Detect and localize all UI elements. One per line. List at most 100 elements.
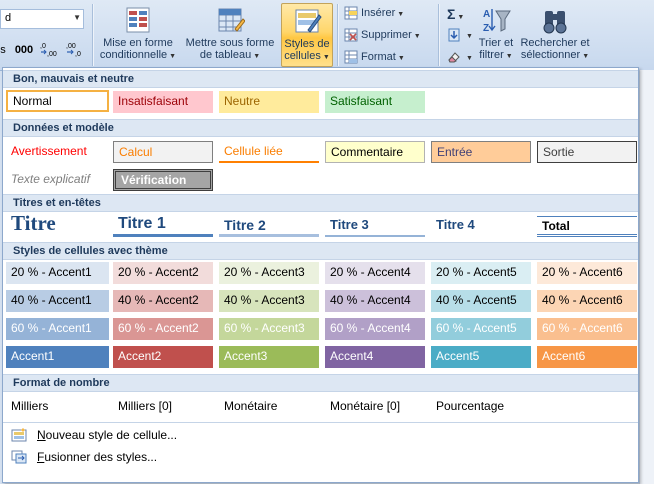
conditional-formatting-icon — [126, 7, 150, 33]
cell-styles-gallery: Bon, mauvais et neutre Normal Insatisfai… — [2, 67, 639, 483]
sort-filter-label-1: Trier et — [478, 37, 514, 49]
delete-cells-button[interactable]: Supprimer ▼ — [344, 28, 421, 46]
style-accent1-row-3[interactable]: 60 % - Accent1 — [6, 318, 109, 340]
style-accent3-row-3[interactable]: 60 % - Accent3 — [219, 318, 319, 340]
chevron-down-icon: ▼ — [397, 54, 405, 62]
conditional-formatting-button[interactable]: Mise en forme conditionnelle ▼ — [98, 3, 178, 67]
sort-filter-button[interactable]: A Z Trier et filtrer ▼ — [474, 3, 518, 67]
style-texte-explicatif[interactable]: Texte explicatif — [6, 169, 109, 191]
section-header-good-bad-neutral: Bon, mauvais et neutre — [3, 70, 638, 88]
style-titre-2[interactable]: Titre 2 — [219, 213, 319, 237]
style-verification[interactable]: Vérification — [113, 169, 213, 191]
style-accent4-row-1[interactable]: 20 % - Accent4 — [325, 262, 425, 284]
style-accent4-row-3[interactable]: 60 % - Accent4 — [325, 318, 425, 340]
style-accent2-row-3[interactable]: 60 % - Accent2 — [113, 318, 213, 340]
style-commentaire[interactable]: Commentaire — [325, 141, 425, 163]
style-accent6-row-3[interactable]: 60 % - Accent6 — [537, 318, 637, 340]
merge-styles-label: usionner des styles... — [44, 450, 158, 464]
chevron-down-icon: ▼ — [253, 53, 261, 60]
style-accent6-row-1[interactable]: 20 % - Accent6 — [537, 262, 637, 284]
find-select-button[interactable]: Rechercher et sélectionner ▼ — [519, 3, 591, 67]
style-titre-1[interactable]: Titre 1 — [113, 213, 213, 237]
style-accent5-row-2[interactable]: 40 % - Accent5 — [431, 290, 531, 312]
style-milliers[interactable]: Milliers — [6, 396, 109, 418]
style-accent3-row-1[interactable]: 20 % - Accent3 — [219, 262, 319, 284]
style-normal[interactable]: Normal — [6, 90, 109, 112]
style-monetaire[interactable]: Monétaire — [219, 396, 319, 418]
insert-label: Insérer — [361, 6, 396, 19]
style-total[interactable]: Total — [537, 216, 637, 237]
style-accent4-row-2[interactable]: 40 % - Accent4 — [325, 290, 425, 312]
format-as-table-icon — [218, 8, 245, 32]
chevron-down-icon: ▼ — [413, 32, 421, 40]
style-titre-4[interactable]: Titre 4 — [431, 213, 531, 237]
style-cellule-liee[interactable]: Cellule liée — [219, 141, 319, 163]
delete-cells-icon — [344, 28, 358, 42]
style-accent5-row-3[interactable]: 60 % - Accent5 — [431, 318, 531, 340]
style-entree[interactable]: Entrée — [431, 141, 531, 163]
style-calcul[interactable]: Calcul — [113, 141, 213, 163]
new-style-label: ouveau style de cellule... — [45, 428, 178, 442]
style-neutre[interactable]: Neutre — [219, 91, 319, 113]
style-pourcentage[interactable]: Pourcentage — [431, 396, 531, 418]
style-accent2-row-1[interactable]: 20 % - Accent2 — [113, 262, 213, 284]
style-sortie[interactable]: Sortie — [537, 141, 637, 163]
style-titre[interactable]: Titre — [6, 213, 109, 237]
svg-text:Z: Z — [483, 23, 489, 34]
eraser-icon — [448, 52, 460, 63]
cell-styles-label-2: cellules — [284, 50, 321, 62]
format-cells-button[interactable]: Format ▼ — [344, 50, 405, 68]
style-accent4-row-4[interactable]: Accent4 — [325, 346, 425, 368]
insert-cells-button[interactable]: Insérer ▼ — [344, 6, 404, 24]
style-accent6-row-4[interactable]: Accent6 — [537, 346, 637, 368]
style-accent1-row-1[interactable]: 20 % - Accent1 — [6, 262, 109, 284]
decrease-decimal-icon: ,00 ,0 — [66, 43, 81, 58]
conditional-formatting-label-2: conditionnelle — [99, 49, 168, 61]
fill-button[interactable]: ▼ — [447, 28, 473, 46]
conditional-formatting-label-1: Mise en forme — [103, 37, 173, 49]
style-satisfaisant[interactable]: Satisfaisant — [325, 91, 425, 113]
chevron-down-icon: ▼ — [397, 10, 405, 18]
section-header-number-format: Format de nombre — [3, 374, 638, 392]
format-as-table-button[interactable]: Mettre sous forme de tableau ▼ — [182, 3, 278, 67]
style-insatisfaisant[interactable]: Insatisfaisant — [113, 91, 213, 113]
insert-cells-icon — [344, 6, 358, 20]
worksheet-background — [639, 70, 654, 484]
font-size-combobox[interactable]: d ▼ — [0, 9, 84, 29]
style-milliers-0[interactable]: Milliers [0] — [113, 396, 213, 418]
percent-style-button[interactable]: s — [0, 40, 10, 60]
style-monetaire-0[interactable]: Monétaire [0] — [325, 396, 425, 418]
style-accent3-row-2[interactable]: 40 % - Accent3 — [219, 290, 319, 312]
style-accent1-row-4[interactable]: Accent1 — [6, 346, 109, 368]
style-accent5-row-4[interactable]: Accent5 — [431, 346, 531, 368]
style-accent2-row-2[interactable]: 40 % - Accent2 — [113, 290, 213, 312]
style-accent6-row-2[interactable]: 40 % - Accent6 — [537, 290, 637, 312]
merge-styles-menu-item[interactable]: Fusionner des styles... — [5, 446, 638, 468]
style-accent3-row-4[interactable]: Accent3 — [219, 346, 319, 368]
new-cell-style-menu-item[interactable]: Nouveau style de cellule... — [5, 424, 638, 446]
style-accent2-row-4[interactable]: Accent2 — [113, 346, 213, 368]
style-titre-3[interactable]: Titre 3 — [325, 213, 425, 237]
style-accent1-row-2[interactable]: 40 % - Accent1 — [6, 290, 109, 312]
chevron-down-icon: ▼ — [582, 53, 590, 60]
cell-styles-icon — [295, 9, 322, 33]
section-header-data-model: Données et modèle — [3, 119, 638, 137]
style-accent5-row-1[interactable]: 20 % - Accent5 — [431, 262, 531, 284]
style-avertissement[interactable]: Avertissement — [6, 141, 109, 163]
format-as-table-label-2: de tableau — [199, 49, 252, 61]
clear-button[interactable]: ▼ — [447, 50, 473, 68]
cell-styles-button[interactable]: Styles de cellules ▼ — [281, 3, 333, 67]
format-label: Format — [361, 50, 396, 63]
autosum-button[interactable]: Σ ▼ — [447, 6, 464, 24]
chevron-down-icon[interactable]: ▼ — [73, 13, 81, 22]
chevron-down-icon: ▼ — [466, 54, 473, 62]
svg-text:,0: ,0 — [40, 43, 46, 50]
binoculars-icon — [543, 11, 567, 34]
cell-styles-label-1: Styles de — [284, 38, 330, 50]
decrease-decimal-button[interactable]: ,00 ,0 — [64, 40, 88, 60]
thousands-separator-button[interactable]: 000 — [12, 40, 36, 60]
section-header-titles: Titres et en-têtes — [3, 194, 638, 212]
increase-decimal-button[interactable]: ,0 ,00 — [38, 40, 62, 60]
format-cells-icon — [344, 50, 358, 64]
find-select-label-2: sélectionner — [520, 49, 581, 61]
